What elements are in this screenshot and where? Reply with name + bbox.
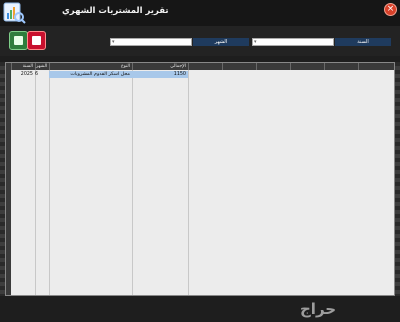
column-divider [188, 70, 189, 295]
excel-export-icon [14, 36, 23, 45]
column-header-empty [358, 63, 394, 70]
watermark-logo: حراج [300, 300, 337, 318]
grid-header: السنة الشهر النوع الإجمالي [6, 63, 394, 70]
month-select[interactable]: ▾ [110, 38, 192, 46]
column-header-type[interactable]: النوع [49, 63, 132, 70]
cell-month[interactable]: 6 [35, 71, 49, 78]
cell-total[interactable]: 1150 [132, 71, 188, 78]
column-header-total[interactable]: الإجمالي [132, 63, 188, 70]
month-label: الشهر [193, 38, 249, 46]
row-number-column [6, 70, 11, 295]
year-label: السنة [335, 38, 391, 46]
close-button[interactable]: × [384, 3, 397, 16]
column-header-empty [256, 63, 290, 70]
purchases-grid[interactable]: السنة الشهر النوع الإجمالي 2025 6 محل اس… [5, 62, 395, 296]
close-icon: × [386, 4, 395, 14]
column-header-year[interactable]: السنة [11, 63, 35, 70]
column-divider [35, 70, 36, 295]
right-ribbon [395, 62, 400, 296]
export-excel-button[interactable] [9, 31, 28, 50]
cell-type[interactable]: محل اسكر الفدوم المشروبات [49, 71, 132, 78]
column-divider [132, 70, 133, 295]
column-header-empty [222, 63, 256, 70]
cell-year[interactable]: 2025 [11, 71, 35, 78]
column-header-empty [188, 63, 222, 70]
dropdown-arrow-icon: ▾ [254, 39, 257, 45]
title-bar: تقرير المشتريات الشهري × [0, 0, 400, 26]
column-header-month[interactable]: الشهر [35, 63, 49, 70]
year-select[interactable]: ▾ [252, 38, 334, 46]
window-title: تقرير المشتريات الشهري [62, 6, 169, 16]
table-row[interactable]: 2025 6 محل اسكر الفدوم المشروبات 1150 [11, 71, 193, 78]
column-header-empty [290, 63, 324, 70]
column-divider [49, 70, 50, 295]
pdf-export-icon [32, 36, 41, 45]
export-pdf-button[interactable] [27, 31, 46, 50]
report-app-icon [2, 1, 26, 25]
column-header-empty [324, 63, 358, 70]
dropdown-arrow-icon: ▾ [112, 39, 115, 45]
